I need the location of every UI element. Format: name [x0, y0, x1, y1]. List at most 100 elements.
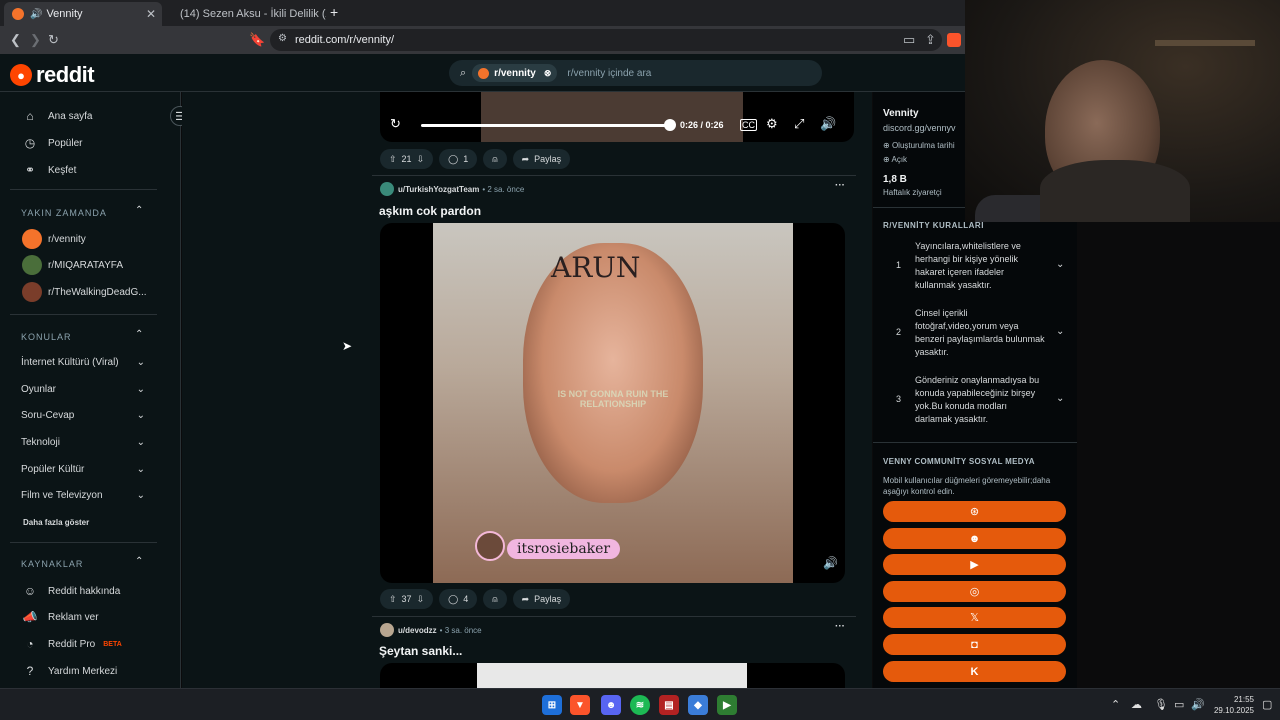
brave-shield-icon[interactable] [947, 33, 961, 47]
chevron-up-icon[interactable]: ⌃ [135, 329, 143, 340]
topic-internet-culture[interactable]: İnternet Kültürü (Viral) ⌄ [21, 357, 145, 368]
downvote-icon[interactable]: ⇩ [417, 154, 425, 165]
notifications-icon[interactable]: ▢ [1262, 698, 1272, 711]
recent-header[interactable]: YAKIN ZAMANDA [21, 208, 107, 218]
app-icon[interactable]: ▤ [659, 695, 679, 715]
vote-control[interactable]: ⇧ 21 ⇩ [380, 149, 434, 169]
subreddit-chip[interactable]: r/vennity ⊗ [472, 64, 558, 82]
cloud-icon[interactable]: ☁ [1131, 698, 1142, 711]
topic-technology[interactable]: Teknoloji ⌄ [21, 437, 145, 448]
social-twitch-button[interactable]: ◘ [883, 634, 1066, 655]
chevron-down-icon[interactable]: ⌄ [1056, 326, 1064, 337]
new-tab-button[interactable]: + [330, 4, 338, 20]
social-youtube-button[interactable]: ▶ [883, 554, 1066, 575]
social-web-button[interactable]: ⊛ [883, 501, 1066, 522]
sidebar-item-walkingdead[interactable]: r/TheWalkingDeadG... [22, 282, 147, 302]
bookmark-icon[interactable]: 🔖 [249, 32, 265, 48]
post-author[interactable]: u/devodzz [398, 626, 437, 635]
chevron-up-icon[interactable]: ⌃ [135, 205, 143, 216]
resources-header[interactable]: KAYNAKLAR [21, 559, 83, 569]
sidebar-item-vennity[interactable]: r/vennity [22, 229, 86, 249]
community-link[interactable]: discord.gg/vennyv [883, 123, 956, 133]
reddit-logo[interactable]: ● reddit [10, 62, 95, 88]
chevron-up-icon[interactable]: ⌃ [135, 556, 143, 567]
share-button[interactable]: ➦ Paylaş [512, 149, 571, 169]
downvote-icon[interactable]: ⇩ [417, 594, 425, 605]
sidebar-item-advertise[interactable]: 📣 Reklam ver [22, 610, 99, 624]
upvote-icon[interactable]: ⇧ [389, 594, 397, 605]
show-more-link[interactable]: Daha fazla göster [23, 518, 89, 527]
post-video[interactable]: ARUN IS NOT GONNA RUIN THE RELATIONSHIP … [380, 223, 845, 583]
avatar[interactable] [380, 623, 394, 637]
sidebar-item-reddit-pro[interactable]: ◔ Reddit Pro BETA [22, 637, 121, 651]
search-bar[interactable]: ⌕ r/vennity ⊗ r/vennity içinde ara [449, 60, 822, 86]
social-instagram-button[interactable]: ◎ [883, 581, 1066, 602]
chevron-down-icon[interactable]: ⌄ [1056, 393, 1064, 404]
spotify-icon[interactable]: ≋ [630, 695, 650, 715]
reload-icon[interactable]: ↻ [48, 32, 59, 48]
brave-icon[interactable]: ▼ [570, 695, 590, 715]
address-bar[interactable]: ⚙ reddit.com/r/vennity/ [270, 29, 942, 51]
clock[interactable]: 21:55 29.10.2025 [1210, 694, 1254, 716]
post-title[interactable]: Şeytan sanki... [379, 644, 462, 658]
chevron-down-icon[interactable]: ⌄ [1056, 259, 1064, 270]
topics-header[interactable]: KONULAR [21, 332, 72, 342]
topic-games[interactable]: Oyunlar ⌄ [21, 384, 145, 395]
volume-icon[interactable]: 🔊 [820, 116, 836, 132]
site-info-icon[interactable]: ⚙ [278, 33, 287, 44]
post-author[interactable]: u/TurkishYozgatTeam [398, 185, 479, 194]
more-options-icon[interactable]: ··· [835, 621, 845, 632]
captions-icon[interactable]: CC [740, 119, 757, 131]
post-title[interactable]: aşkım cok pardon [379, 204, 481, 218]
upvote-icon[interactable]: ⇧ [389, 154, 397, 165]
sidebar-item-miqaratayfa[interactable]: r/MIQARATAYFA [22, 255, 123, 275]
topic-qa[interactable]: Soru-Cevap ⌄ [21, 410, 145, 421]
social-discord-button[interactable]: ☻ [883, 528, 1066, 549]
volume-icon[interactable]: 🔊 [1191, 698, 1205, 711]
topic-film-tv[interactable]: Film ve Televizyon ⌄ [21, 490, 145, 501]
post-media[interactable] [380, 663, 845, 688]
clear-chip-icon[interactable]: ⊗ [544, 68, 552, 79]
rule-item[interactable]: 1 Yayıncılara,whitelistlere ve herhangi … [883, 240, 1073, 300]
more-options-icon[interactable]: ··· [835, 180, 845, 191]
volume-icon[interactable]: 🔊 [823, 556, 838, 570]
avatar[interactable] [380, 182, 394, 196]
replay-icon[interactable]: ↻ [390, 116, 401, 132]
tray-chevron-icon[interactable]: ⌃ [1111, 698, 1120, 711]
video-progress-bar[interactable] [421, 124, 669, 127]
topic-pop-culture[interactable]: Popüler Kültür ⌄ [21, 464, 145, 475]
fullscreen-icon[interactable]: ⤢ [794, 116, 804, 132]
award-button[interactable]: ⍝ [483, 589, 507, 609]
share-icon[interactable]: ⇪ [925, 32, 936, 48]
forward-icon[interactable]: ❯ [30, 32, 41, 48]
sidebar-item-help[interactable]: ? Yardım Merkezi [22, 664, 118, 678]
video-scrubber[interactable] [664, 119, 676, 131]
sidebar-item-home[interactable]: ⌂ Ana sayfa [22, 109, 92, 123]
social-kick-button[interactable]: K [883, 661, 1066, 682]
app-icon[interactable]: ▶ [717, 695, 737, 715]
award-button[interactable]: ⍝ [483, 149, 507, 169]
social-x-button[interactable]: 𝕏 [883, 607, 1066, 628]
settings-icon[interactable]: ⚙ [766, 116, 778, 132]
help-icon: ? [26, 664, 34, 678]
sidebar-item-about[interactable]: ☺ Reddit hakkında [22, 584, 120, 598]
tab-youtube[interactable]: (14) Sezen Aksu - İkili Delilik (Alper T… [166, 2, 326, 26]
tab-vennity[interactable]: 🔊 Vennity ✕ [4, 2, 162, 26]
share-button[interactable]: ➦ Paylaş [512, 589, 571, 609]
discord-icon[interactable]: ☻ [601, 695, 621, 715]
cast-icon[interactable]: ▭ [903, 32, 915, 48]
rule-item[interactable]: 2 Cinsel içerikli fotoğraf,video,yorum v… [883, 307, 1073, 367]
video-player[interactable]: ↻ 0:26 / 0:26 CC ⚙ ⤢ 🔊 [380, 92, 854, 142]
microphone-icon[interactable]: 🎙 [1154, 698, 1168, 711]
comments-button[interactable]: ◯ 1 [439, 149, 478, 169]
close-icon[interactable]: ✕ [146, 7, 156, 21]
sidebar-item-explore[interactable]: ⚭ Keşfet [22, 163, 76, 177]
app-icon[interactable]: ◆ [688, 695, 708, 715]
back-icon[interactable]: ❮ [10, 32, 21, 48]
sidebar-item-popular[interactable]: ◷ Popüler [22, 136, 83, 150]
comments-button[interactable]: ◯ 4 [439, 589, 478, 609]
vote-control[interactable]: ⇧ 37 ⇩ [380, 589, 434, 609]
network-icon[interactable]: ▭ [1174, 698, 1184, 711]
windows-icon[interactable]: ⊞ [542, 695, 562, 715]
rule-item[interactable]: 3 Gönderiniz onaylanmadıysa bu konuda ya… [883, 374, 1073, 434]
